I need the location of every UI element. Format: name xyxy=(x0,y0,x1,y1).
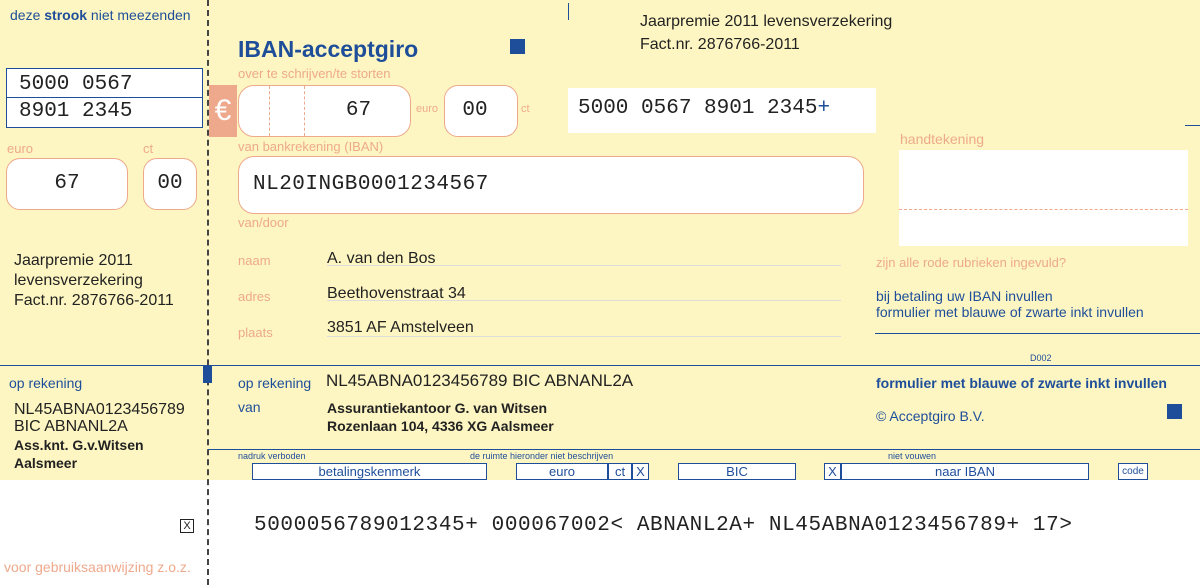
stub-desc-line1: Jaarpremie 2011 xyxy=(14,252,133,269)
blue-side-marker xyxy=(203,366,212,383)
stub-reference-line2: 8901 2345 xyxy=(19,100,133,123)
van-bankrekening-label: van bankrekening (IBAN) xyxy=(238,139,384,154)
stub-beneficiary-name: Ass.knt. G.v.Witsen xyxy=(14,437,144,453)
stub-divider xyxy=(0,365,208,366)
stub-beneficiary-city: Aalsmeer xyxy=(14,455,78,471)
adres-underline xyxy=(327,300,841,301)
ocr-line: 5000056789012345+ 000067002< ABNANL2A+ N… xyxy=(254,514,1073,537)
van-label: van xyxy=(238,399,261,415)
section-divider xyxy=(875,333,1200,334)
stub-header: deze strook niet meezenden xyxy=(10,7,191,23)
blue-square-marker-bottom xyxy=(1167,404,1182,419)
amount-field[interactable]: 67 xyxy=(238,85,411,137)
tick-mark xyxy=(568,3,569,20)
stub-footer: voor gebruiksaanwijzing z.o.z. xyxy=(4,559,191,575)
amount-value: 67 xyxy=(345,99,372,122)
form-subtitle: over te schrijven/te storten xyxy=(238,66,391,81)
form-title: IBAN-acceptgiro xyxy=(238,36,419,62)
ruimte-niet-beschrijven: de ruimte hieronder niet beschrijven xyxy=(470,451,614,461)
strip-divider xyxy=(208,449,1200,450)
signature-box[interactable] xyxy=(899,150,1188,246)
naar-iban-box: naar IBAN xyxy=(841,463,1089,480)
bic-box: BIC xyxy=(678,463,796,480)
nadruk-verboden: nadruk verboden xyxy=(238,451,306,461)
payment-reference: 5000 0567 8901 2345+ xyxy=(578,97,831,120)
iban-instruction-line2: formulier met blauwe of zwarte inkt invu… xyxy=(876,304,1144,320)
stub-euro-field[interactable]: 67 xyxy=(6,158,128,210)
stub-reference-line1: 5000 0567 xyxy=(19,73,133,96)
stub-euro-label: euro xyxy=(7,141,34,156)
stub-ct-label: ct xyxy=(143,141,154,156)
code-box: code xyxy=(1118,463,1148,480)
euro-symbol-box: € xyxy=(209,85,237,137)
payment-reference-box: 5000 0567 8901 2345+ xyxy=(568,88,876,133)
ct-box: ct xyxy=(608,463,632,480)
amount-euro-label: euro xyxy=(416,103,439,115)
stub-euro-value: 67 xyxy=(54,172,80,195)
plaats-underline xyxy=(327,336,841,337)
form-divider xyxy=(208,365,1200,366)
stub-ct-field[interactable]: 00 xyxy=(143,158,197,210)
acceptgiro-form: deze strook niet meezenden 5000 0567 890… xyxy=(0,0,1200,585)
naam-label: naam xyxy=(238,253,271,268)
op-rekening-value: NL45ABNA0123456789 BIC ABNANL2A xyxy=(326,371,634,390)
plaats-value: 3851 AF Amstelveen xyxy=(327,319,474,336)
signature-line xyxy=(899,209,1188,210)
van-door-label: van/door xyxy=(238,215,289,230)
euro-symbol: € xyxy=(214,94,232,127)
euro-box: euro xyxy=(516,463,608,480)
amount-separator-2 xyxy=(304,86,305,136)
stub-op-rekening-label: op rekening xyxy=(9,375,83,391)
stub-iban: NL45ABNA0123456789 xyxy=(14,401,185,418)
ink-instruction: formulier met blauwe of zwarte inkt invu… xyxy=(876,375,1167,391)
copyright: © Acceptgiro B.V. xyxy=(876,408,985,424)
x-box-1: X xyxy=(632,463,649,480)
niet-vouwen: niet vouwen xyxy=(888,451,937,461)
payer-iban-value: NL20INGB0001234567 xyxy=(253,173,489,196)
iban-instruction-line1: bij betaling uw IBAN invullen xyxy=(876,288,1053,304)
form-code: D002 xyxy=(1030,353,1052,363)
ocr-check-box: X xyxy=(180,519,194,533)
x-box-2: X xyxy=(824,463,841,480)
section-divider-right xyxy=(1185,125,1200,126)
plaats-label: plaats xyxy=(238,325,273,340)
stub-desc-line3: Fact.nr. 2876766-2011 xyxy=(14,292,174,309)
cents-ct-label: ct xyxy=(521,103,530,115)
adres-label: adres xyxy=(238,289,271,304)
cents-value: 00 xyxy=(462,99,488,122)
header-desc-line1: Jaarpremie 2011 levensverzekering xyxy=(640,13,893,30)
op-rekening-label: op rekening xyxy=(238,375,312,391)
amount-separator-1 xyxy=(269,86,270,136)
blue-square-marker xyxy=(510,39,525,54)
cents-field[interactable]: 00 xyxy=(444,85,518,137)
van-line2: Rozenlaan 104, 4336 XG Aalsmeer xyxy=(327,418,554,434)
stub-ct-value: 00 xyxy=(157,172,183,195)
rode-rubrieken-question: zijn alle rode rubrieken ingevuld? xyxy=(876,255,1067,270)
naam-underline xyxy=(327,265,841,266)
payer-iban-field[interactable]: NL20INGB0001234567 xyxy=(238,156,864,214)
header-desc-line2: Fact.nr. 2876766-2011 xyxy=(640,36,800,53)
stub-bic: BIC ABNANL2A xyxy=(14,418,128,435)
betalingskenmerk-box: betalingskenmerk xyxy=(252,463,487,480)
stub-reference-box: 5000 0567 8901 2345 xyxy=(6,68,203,128)
stub-desc-line2: levensverzekering xyxy=(14,272,143,289)
van-line1: Assurantiekantoor G. van Witsen xyxy=(327,400,548,416)
handtekening-label: handtekening xyxy=(900,131,985,147)
